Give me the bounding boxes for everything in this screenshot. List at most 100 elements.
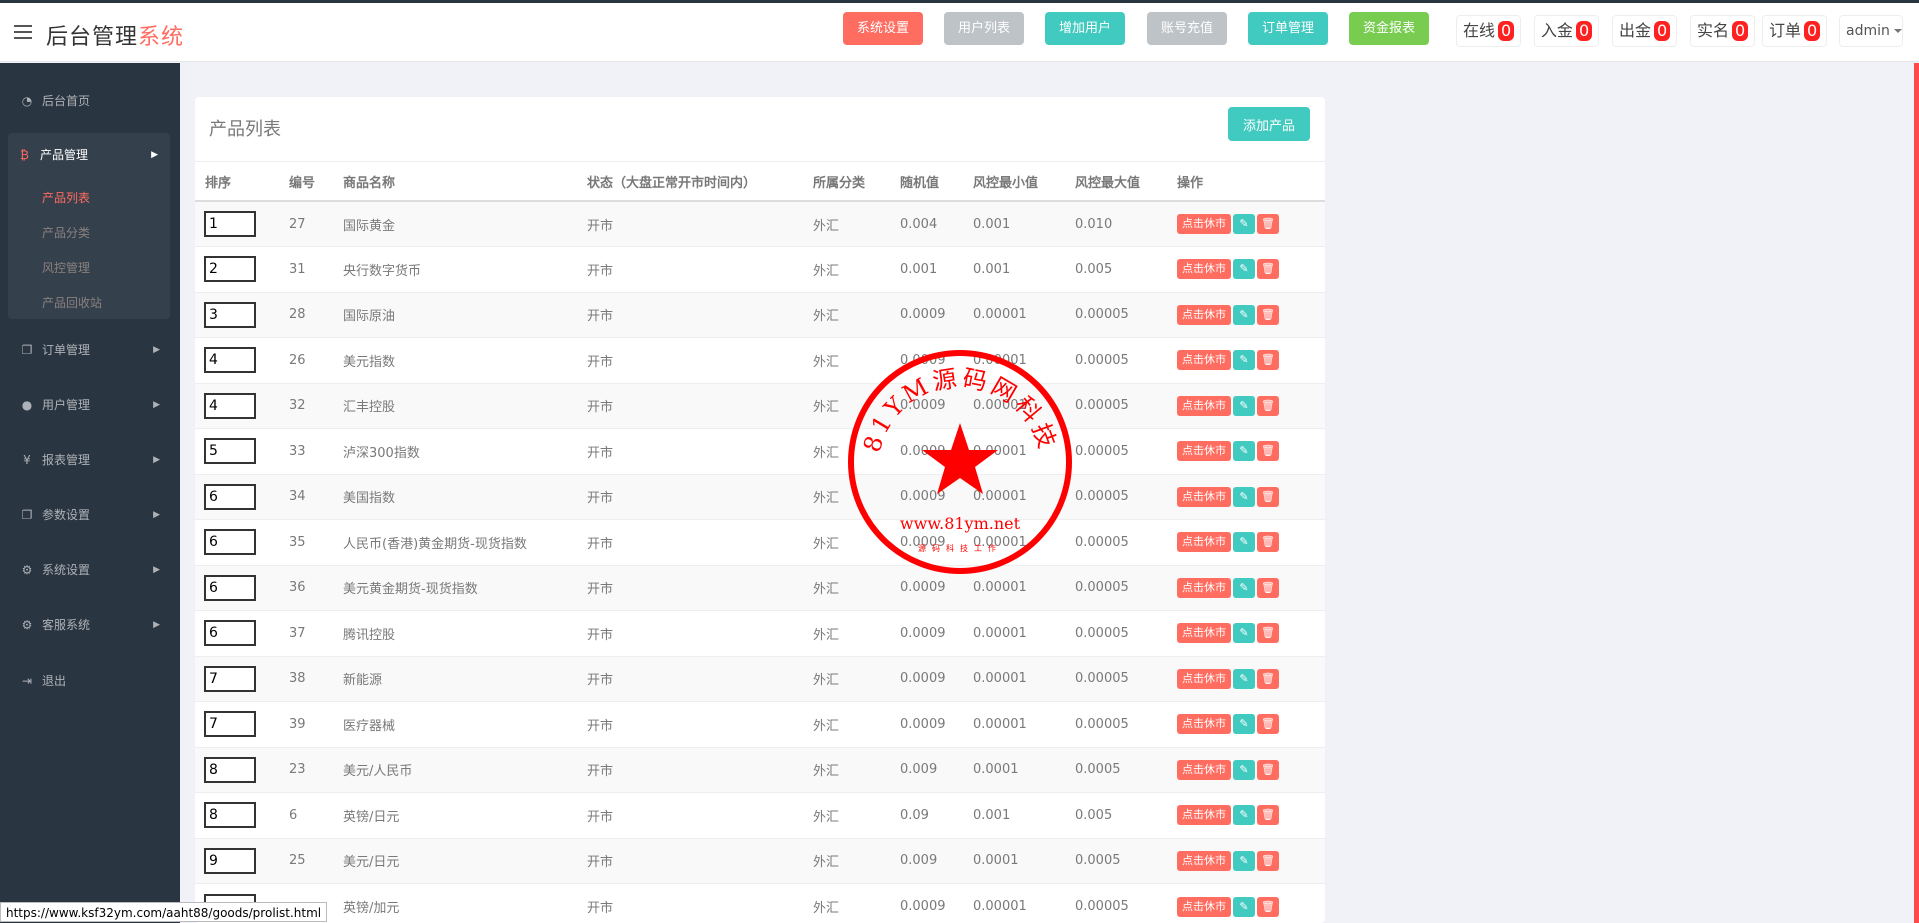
sort-order-input[interactable] <box>204 392 256 419</box>
sidebar-item-system[interactable]: ⚙ 系统设置 ▶ <box>0 548 180 592</box>
sort-cell <box>195 200 279 247</box>
online-counter[interactable]: 在线 0 <box>1456 15 1522 47</box>
pencil-icon[interactable]: ✎ <box>1233 805 1255 826</box>
pencil-icon[interactable]: ✎ <box>1233 441 1255 462</box>
category-cell: 外汇 <box>803 837 890 884</box>
submenu-product-list[interactable]: 产品列表 <box>42 189 90 206</box>
trash-icon[interactable]: 🗑 <box>1257 714 1279 735</box>
fund-report-button[interactable]: 资金报表 <box>1349 12 1430 45</box>
submenu-product-category[interactable]: 产品分类 <box>42 224 90 241</box>
column-header: 所属分类 <box>803 162 890 202</box>
withdraw-counter[interactable]: 出金 0 <box>1612 15 1678 47</box>
pencil-icon[interactable]: ✎ <box>1233 486 1255 507</box>
trash-icon[interactable]: 🗑 <box>1257 259 1279 280</box>
close-market-button[interactable]: 点击休市 <box>1177 486 1231 507</box>
pencil-icon[interactable]: ✎ <box>1233 214 1255 234</box>
user-dropdown[interactable]: admin <box>1839 15 1903 47</box>
pencil-icon[interactable]: ✎ <box>1233 577 1255 598</box>
pencil-icon[interactable]: ✎ <box>1233 850 1255 871</box>
actions-cell: 点击休市 ✎ 🗑 <box>1167 655 1325 702</box>
sidebar-item-reports[interactable]: ¥ 报表管理 ▶ <box>0 438 180 482</box>
pencil-icon[interactable]: ✎ <box>1233 759 1255 780</box>
sidebar-item-support[interactable]: ⚙ 客服系统 ▶ <box>0 603 180 647</box>
sidebar-item-users[interactable]: ● 用户管理 ▶ <box>0 383 180 427</box>
trash-icon[interactable]: 🗑 <box>1257 486 1279 507</box>
close-market-button[interactable]: 点击休市 <box>1177 668 1231 689</box>
close-market-button[interactable]: 点击休市 <box>1177 714 1231 735</box>
sort-order-input[interactable] <box>204 347 256 374</box>
sort-order-input[interactable] <box>204 574 256 601</box>
pencil-icon[interactable]: ✎ <box>1233 623 1255 644</box>
order-counter[interactable]: 订单 0 <box>1762 15 1828 47</box>
sort-order-input[interactable] <box>204 802 256 829</box>
system-settings-button[interactable]: 系统设置 <box>843 12 924 45</box>
trash-icon[interactable]: 🗑 <box>1257 805 1279 826</box>
add-product-button[interactable]: 添加产品 <box>1228 107 1310 141</box>
sort-order-input[interactable] <box>204 529 256 556</box>
trash-icon[interactable]: 🗑 <box>1257 850 1279 871</box>
sidebar-item-home[interactable]: ◔ 后台首页 <box>0 79 180 123</box>
add-user-button[interactable]: 增加用户 <box>1045 12 1126 45</box>
close-market-button[interactable]: 点击休市 <box>1177 577 1231 598</box>
pencil-icon[interactable]: ✎ <box>1233 304 1255 325</box>
sort-order-input[interactable] <box>204 756 256 783</box>
scrollbar-thumb[interactable] <box>1914 63 1919 923</box>
trash-icon[interactable]: 🗑 <box>1257 896 1279 917</box>
sort-order-input[interactable] <box>204 665 256 692</box>
pencil-icon[interactable]: ✎ <box>1233 395 1255 416</box>
trash-icon[interactable]: 🗑 <box>1257 304 1279 325</box>
trash-icon[interactable]: 🗑 <box>1257 395 1279 416</box>
close-market-button[interactable]: 点击休市 <box>1177 259 1231 280</box>
close-market-button[interactable]: 点击休市 <box>1177 441 1231 462</box>
close-market-button[interactable]: 点击休市 <box>1177 532 1231 553</box>
pencil-icon[interactable]: ✎ <box>1233 714 1255 735</box>
sidebar-item-products[interactable]: ₿ 产品管理 ▶ <box>8 133 170 177</box>
deposit-counter[interactable]: 入金 0 <box>1534 15 1600 47</box>
close-market-button[interactable]: 点击休市 <box>1177 805 1231 826</box>
close-market-button[interactable]: 点击休市 <box>1177 214 1231 234</box>
pencil-icon[interactable]: ✎ <box>1233 350 1255 371</box>
sort-order-input[interactable] <box>204 483 256 510</box>
hamburger-menu-icon[interactable] <box>14 25 32 41</box>
close-market-button[interactable]: 点击休市 <box>1177 350 1231 371</box>
trash-icon[interactable]: 🗑 <box>1257 350 1279 371</box>
pencil-icon[interactable]: ✎ <box>1233 668 1255 689</box>
trash-icon[interactable]: 🗑 <box>1257 623 1279 644</box>
close-market-button[interactable]: 点击休市 <box>1177 896 1231 917</box>
trash-icon[interactable]: 🗑 <box>1257 214 1279 234</box>
account-recharge-button[interactable]: 账号充值 <box>1147 12 1228 45</box>
sort-order-input[interactable] <box>204 211 256 237</box>
sidebar-item-params[interactable]: ❐ 参数设置 ▶ <box>0 493 180 537</box>
order-management-button[interactable]: 订单管理 <box>1248 12 1329 45</box>
close-market-button[interactable]: 点击休市 <box>1177 623 1231 644</box>
category-cell: 外汇 <box>803 246 890 292</box>
trash-icon[interactable]: 🗑 <box>1257 668 1279 689</box>
table-row: 6英镑/日元开市外汇0.090.0010.005点击休市✎🗑 <box>195 792 1325 838</box>
close-market-button[interactable]: 点击休市 <box>1177 850 1231 871</box>
trash-icon[interactable]: 🗑 <box>1257 759 1279 780</box>
sort-order-input[interactable] <box>204 847 256 874</box>
submenu-risk-control[interactable]: 风控管理 <box>42 259 90 276</box>
random-value-cell: 0.0009 <box>890 473 963 520</box>
trash-icon[interactable]: 🗑 <box>1257 441 1279 462</box>
user-list-button[interactable]: 用户列表 <box>944 12 1025 45</box>
random-value-cell: 0.0009 <box>890 428 963 474</box>
submenu-recycle-bin[interactable]: 产品回收站 <box>42 294 102 311</box>
sidebar-item-orders[interactable]: ❐ 订单管理 ▶ <box>0 328 180 372</box>
close-market-button[interactable]: 点击休市 <box>1177 304 1231 325</box>
sort-order-input[interactable] <box>204 438 256 465</box>
sort-order-input[interactable] <box>204 256 256 283</box>
sort-order-input[interactable] <box>204 301 256 328</box>
sidebar-item-logout[interactable]: ⇥ 退出 <box>0 659 180 703</box>
close-market-button[interactable]: 点击休市 <box>1177 759 1231 780</box>
close-market-button[interactable]: 点击休市 <box>1177 395 1231 416</box>
sort-order-input[interactable] <box>204 711 256 738</box>
pencil-icon[interactable]: ✎ <box>1233 896 1255 917</box>
pencil-icon[interactable]: ✎ <box>1233 532 1255 553</box>
trash-icon[interactable]: 🗑 <box>1257 532 1279 553</box>
verified-counter[interactable]: 实名 0 <box>1690 15 1756 47</box>
sort-order-input[interactable] <box>204 620 256 647</box>
id-cell: 38 <box>279 655 333 702</box>
trash-icon[interactable]: 🗑 <box>1257 577 1279 598</box>
pencil-icon[interactable]: ✎ <box>1233 259 1255 280</box>
